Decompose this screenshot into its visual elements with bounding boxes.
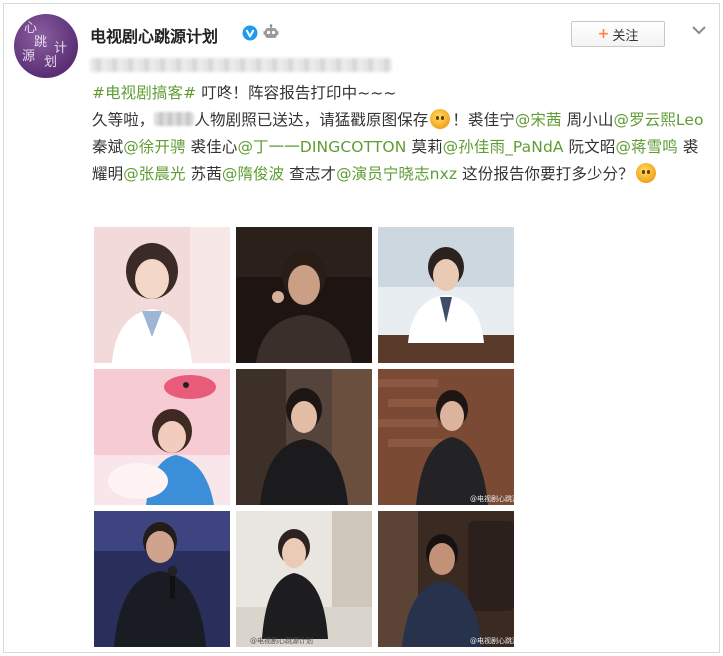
verified-badge-icon: [242, 25, 258, 41]
mention-link[interactable]: @张晨光: [123, 165, 185, 183]
avatar-char: 划: [44, 55, 58, 70]
post-text-segment: 秦斌: [92, 138, 124, 156]
post-text-segment: ！裘佳宁: [452, 111, 515, 129]
avatar-char: 源: [22, 49, 36, 64]
mention-link[interactable]: @罗云熙Leo: [613, 111, 703, 129]
post-text-segment: 莫莉: [406, 138, 443, 156]
mention-link[interactable]: @宋茜: [515, 111, 562, 129]
photo-thumbnail[interactable]: [378, 227, 514, 363]
emoji-icon: [430, 109, 451, 129]
hashtag-link[interactable]: #电视剧搞客#: [92, 84, 196, 102]
photo-thumbnail[interactable]: @电视剧心跳源计划: [236, 511, 372, 647]
post-text-segment: 叮咚！阵容报告打印中~~~: [196, 84, 397, 102]
mention-link[interactable]: @丁一一DINGCOTTON: [237, 138, 406, 156]
mention-link[interactable]: @徐开骋: [123, 138, 185, 156]
robot-icon: [263, 24, 279, 38]
post-text-segment: 人物剧照已送达，请猛戳原图保存: [194, 111, 429, 129]
avatar-char: 跳: [34, 35, 48, 50]
post-text-segment: 周小山: [561, 111, 614, 129]
emoji-icon: [635, 163, 656, 183]
photo-thumbnail[interactable]: [236, 369, 372, 505]
avatar[interactable]: 心 跳 源 计 划: [14, 14, 78, 78]
mention-link[interactable]: @孙佳雨_PaNdA: [443, 138, 564, 156]
photo-thumbnail[interactable]: @电视剧心跳源计划: [378, 369, 514, 505]
chevron-down-icon[interactable]: [692, 25, 706, 35]
photo-thumbnail[interactable]: [94, 511, 230, 647]
mention-link[interactable]: @蒋雪鸣: [615, 138, 677, 156]
photo-thumbnail[interactable]: [94, 369, 230, 505]
post-text: #电视剧搞客# 叮咚！阵容报告打印中~~~ 久等啦， 人物剧照已送达，请猛戳原图保…: [92, 80, 712, 188]
photo-thumbnail[interactable]: [236, 227, 372, 363]
post-text-segment: 查志才: [284, 165, 337, 183]
photo-watermark: @电视剧心跳源计划: [250, 636, 313, 645]
post-text-segment: 阮文昭: [563, 138, 616, 156]
post-text-segment: 这份报告你要打多少分？: [457, 165, 634, 183]
weibo-post-card: 心 跳 源 计 划 电视剧心跳源计划 + 关注 #电视剧搞客# 叮咚！阵容报告打…: [3, 3, 720, 653]
avatar-char: 心: [24, 21, 38, 36]
username[interactable]: 电视剧心跳源计划: [90, 23, 218, 47]
mention-link[interactable]: @隋俊波: [222, 165, 284, 183]
photo-thumbnail[interactable]: [94, 227, 230, 363]
photo-watermark: @电视剧心跳源计划: [470, 494, 514, 503]
photo-watermark: @电视剧心跳源计划: [470, 636, 514, 645]
redacted-text: [154, 112, 195, 126]
photo-thumbnail[interactable]: @电视剧心跳源计划: [378, 511, 514, 647]
follow-button[interactable]: + 关注: [571, 21, 665, 47]
mention-link[interactable]: @演员宁晓志nxz: [336, 165, 457, 183]
post-text-segment: 苏茜: [185, 165, 222, 183]
post-text-segment: 久等啦，: [92, 111, 155, 129]
avatar-char: 计: [54, 41, 68, 56]
plus-icon: +: [597, 26, 610, 42]
post-text-segment: 裘佳心: [185, 138, 238, 156]
post-meta-redacted: [90, 58, 392, 72]
follow-label: 关注: [612, 28, 639, 44]
